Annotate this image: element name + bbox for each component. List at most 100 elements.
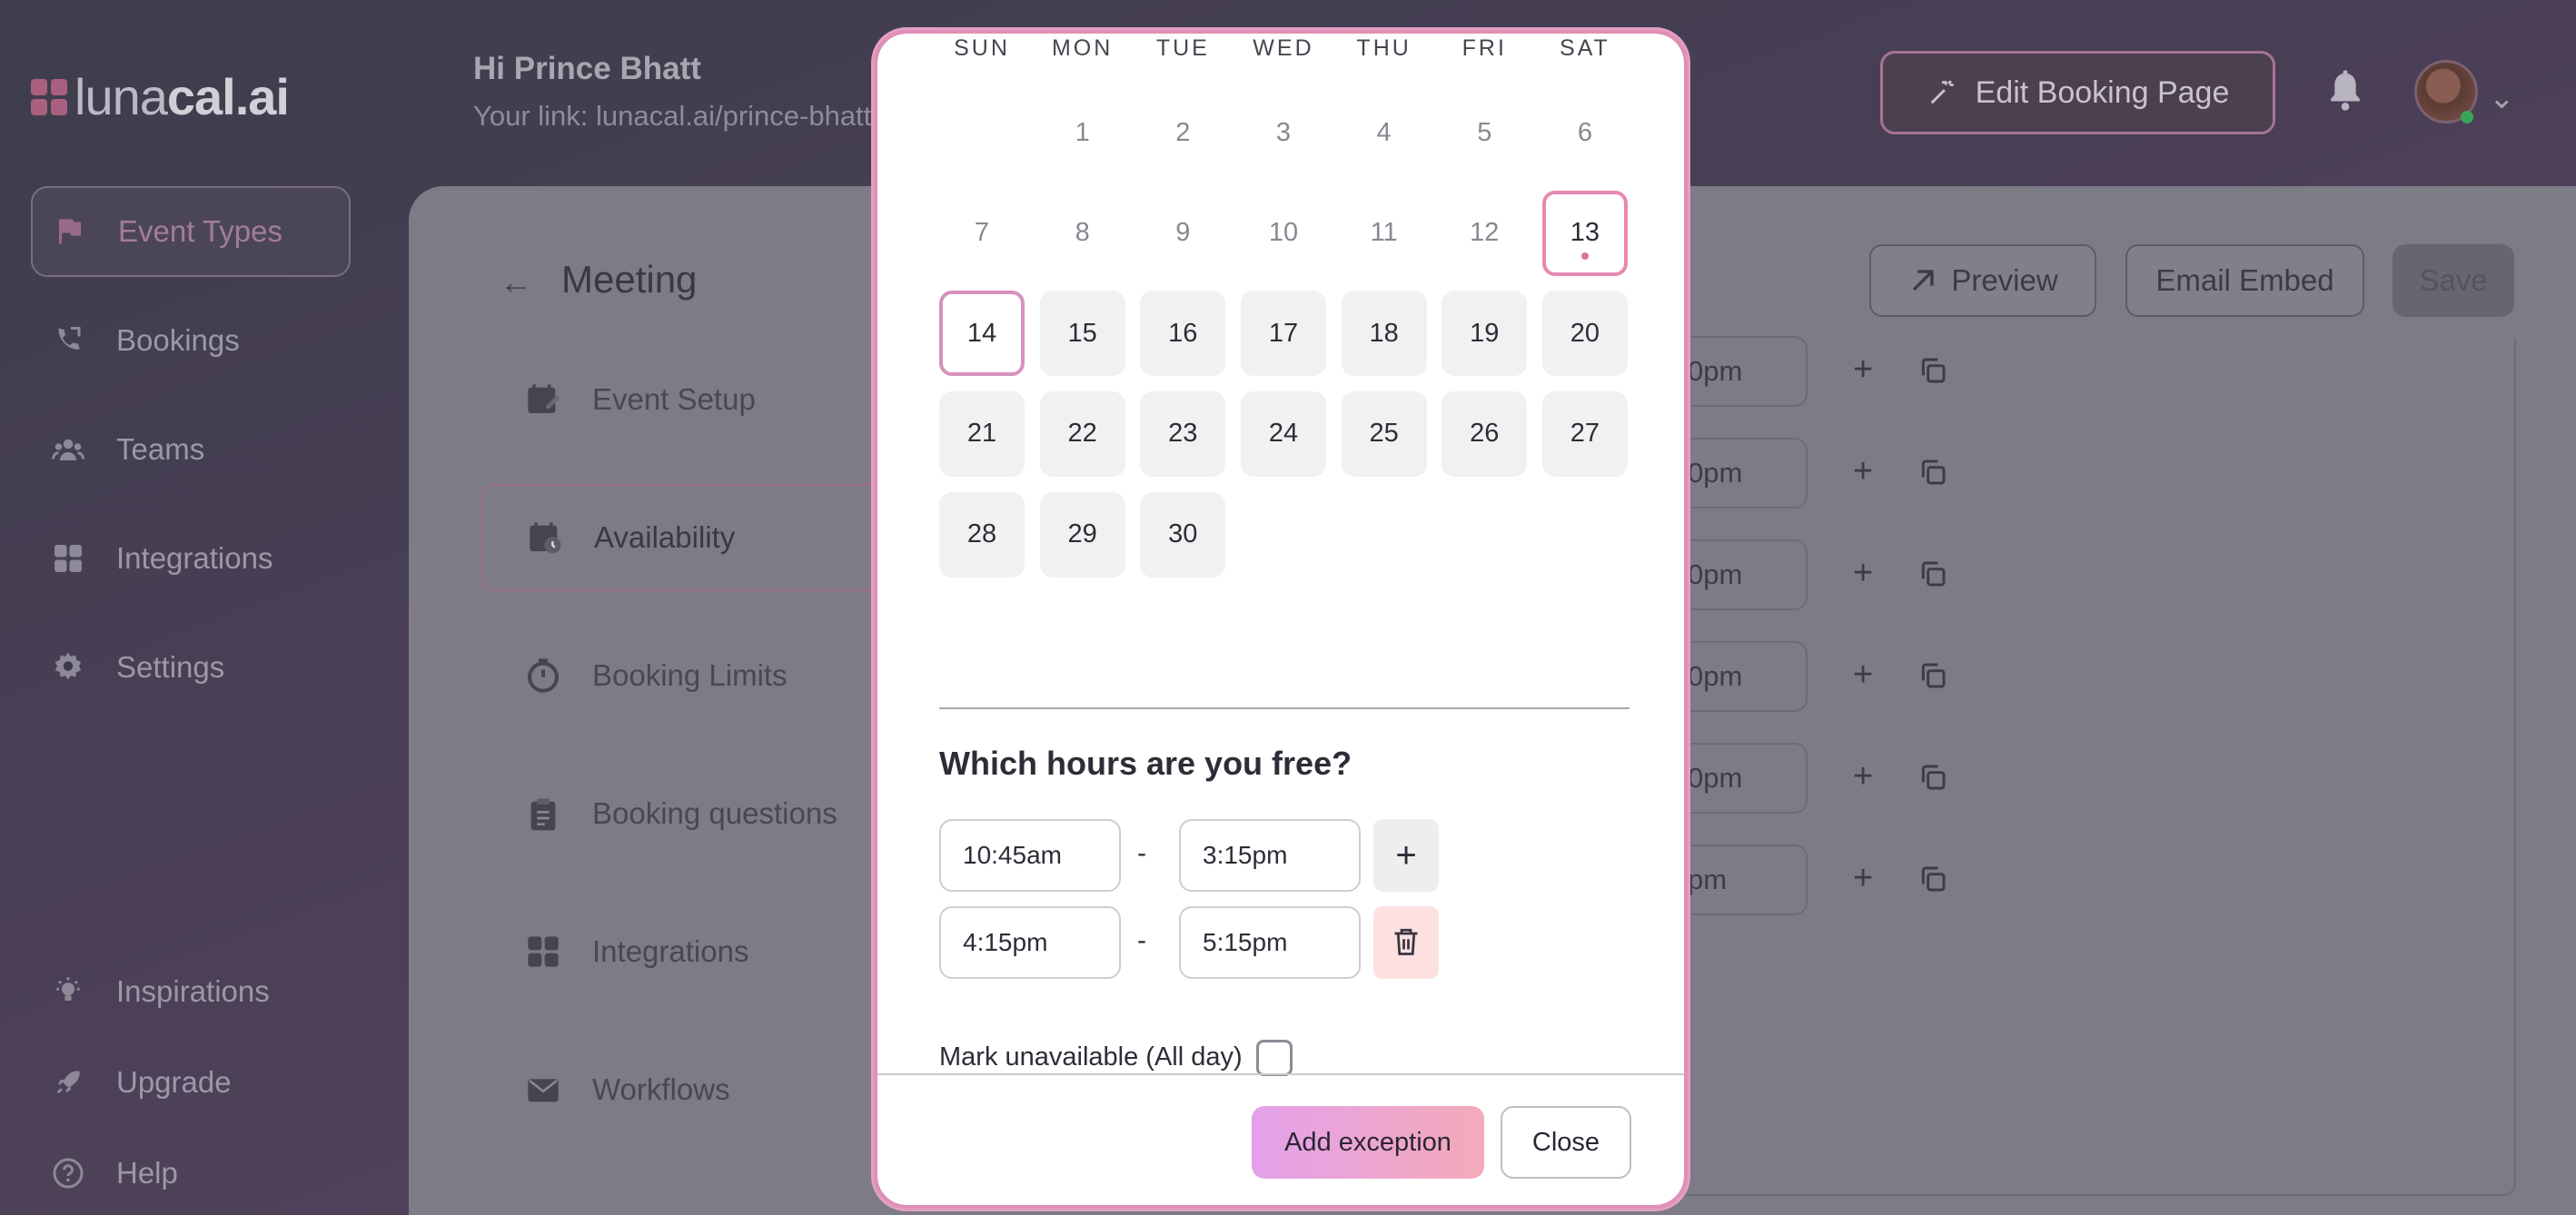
calendar-day[interactable]: 15 [1039,291,1125,377]
calendar-day[interactable]: 30 [1140,491,1226,578]
plus-icon[interactable]: + [1853,554,1873,593]
plus-icon[interactable]: + [1853,757,1873,796]
menu-label: Availability [594,520,736,554]
event-menu-integrations[interactable]: Integrations [481,898,936,1005]
magic-wand-icon [1930,80,1954,104]
calendar-day[interactable]: 25 [1341,390,1427,477]
weekday-label: FRI [1461,35,1507,61]
calendar-day-label: 17 [1268,318,1299,348]
preview-label: Preview [1951,263,2058,297]
mark-unavailable-checkbox[interactable] [1256,1040,1293,1076]
calendar-day[interactable]: 23 [1140,390,1226,477]
end-time-input[interactable]: 0pm [1680,641,1808,712]
users-icon [51,432,85,467]
menu-label: Event Setup [592,382,756,416]
timer-icon [525,657,561,694]
end-time-input[interactable]: 3:15pm [1179,819,1361,892]
sidebar-item-label: Bookings [116,323,240,357]
calendar-day[interactable]: 19 [1442,291,1528,377]
plus-icon[interactable]: + [1853,351,1873,390]
calendar-day[interactable]: 29 [1039,491,1125,578]
copy-icon[interactable] [1918,354,1947,387]
calendar-day[interactable]: 26 [1442,390,1528,477]
copy-icon[interactable] [1918,558,1947,590]
calendar-day-label: 6 [1577,117,1592,147]
copy-icon[interactable] [1918,659,1947,692]
calendar-day[interactable]: 18 [1341,291,1427,377]
sidebar-item-label: Help [116,1156,178,1190]
logo-text-bold: cal.ai [166,68,290,125]
calendar-day[interactable]: 14 [939,291,1025,377]
preview-button[interactable]: Preview [1869,244,2096,317]
end-time-input[interactable]: 0pm [1680,336,1808,407]
sidebar-item-bookings[interactable]: Bookings [31,295,351,386]
calendar-day[interactable]: 16 [1140,291,1226,377]
plus-icon[interactable]: + [1853,859,1873,898]
event-menu-event-setup[interactable]: Event Setup [481,346,936,453]
calendar-day[interactable]: 27 [1541,390,1628,477]
delete-slot-button[interactable] [1373,906,1439,979]
sidebar-item-integrations[interactable]: Integrations [31,513,351,604]
calendar-day-label: 27 [1570,419,1600,449]
copy-icon[interactable] [1918,863,1947,895]
copy-icon[interactable] [1918,761,1947,794]
close-button[interactable]: Close [1501,1106,1631,1179]
calendar-day: 4 [1342,90,1427,175]
menu-label: Booking questions [592,796,837,830]
sidebar-item-teams[interactable]: Teams [31,404,351,495]
end-time-input[interactable]: 5:15pm [1179,906,1361,979]
add-slot-button[interactable]: + [1373,819,1439,892]
calendar-day: 8 [1040,191,1125,276]
lightbulb-icon [51,974,85,1009]
calendar-day[interactable]: 17 [1240,291,1326,377]
save-button[interactable]: Save [2393,244,2514,317]
your-link[interactable]: Your link: lunacal.ai/prince-bhatt- [473,100,881,133]
weekday-label: TUE [1155,35,1210,61]
plus-icon[interactable]: + [1853,452,1873,491]
calendar-day[interactable]: 21 [939,390,1025,477]
calendar-day[interactable]: 20 [1541,291,1628,377]
sidebar-item-event-types[interactable]: Event Types [31,186,351,277]
calendar-day[interactable]: 13 [1541,190,1628,276]
weekday-time-row: pm + [1680,845,2135,915]
end-time-input[interactable]: 0pm [1680,438,1808,509]
calendar-day-label: 7 [974,218,990,248]
calendar-day[interactable]: 24 [1240,390,1326,477]
sidebar-item-label: Integrations [116,541,273,575]
event-menu-workflows[interactable]: Workflows [481,1036,936,1143]
calendar-day[interactable]: 28 [939,491,1025,578]
weekday-label: MON [1051,35,1114,61]
event-menu-availability[interactable]: Availability [481,484,936,591]
sidebar-item-upgrade[interactable]: Upgrade [31,1037,351,1128]
sidebar-item-label: Upgrade [116,1065,232,1099]
today-indicator-dot [1580,252,1589,260]
gear-icon [51,650,85,685]
arrow-up-right-icon [1913,270,1934,291]
start-time-input[interactable]: 10:45am [939,819,1121,892]
add-exception-button[interactable]: Add exception [1252,1106,1484,1179]
end-time-input[interactable]: pm [1680,845,1808,915]
lunacal-logo[interactable]: lunacal.ai [31,67,290,126]
calendar-day[interactable]: 22 [1039,390,1125,477]
sidebar-item-inspirations[interactable]: Inspirations [31,946,351,1037]
edit-booking-page-button[interactable]: Edit Booking Page [1880,51,2275,134]
copy-icon[interactable] [1918,456,1947,489]
calendar-day: 10 [1241,191,1326,276]
sidebar-item-help[interactable]: Help [31,1128,351,1215]
email-embed-button[interactable]: Email Embed [2125,244,2364,317]
chevron-down-icon[interactable]: ⌄ [2489,80,2515,116]
plus-icon[interactable]: + [1853,656,1873,695]
calendar-day-label: 3 [1275,117,1292,147]
calendar-day-label: 19 [1470,318,1500,348]
bell-icon[interactable] [2327,67,2363,113]
back-arrow-icon[interactable]: ← [500,263,532,301]
event-menu-booking-limits[interactable]: Booking Limits [481,622,936,729]
calendar-day-label: 18 [1369,318,1399,348]
end-time-input[interactable]: 0pm [1680,539,1808,610]
end-time-input[interactable]: 0pm [1680,743,1808,814]
phone-icon [51,323,85,358]
event-menu-booking-questions[interactable]: Booking questions [481,760,936,867]
sidebar-item-settings[interactable]: Settings [31,622,351,713]
calendar-day-label: 10 [1268,218,1299,248]
start-time-input[interactable]: 4:15pm [939,906,1121,979]
